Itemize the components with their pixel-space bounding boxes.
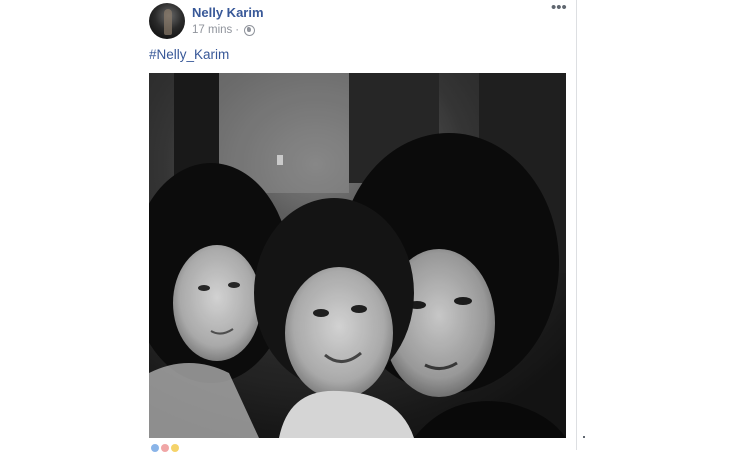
hashtag-link[interactable]: #Nelly_Karim (149, 47, 229, 62)
post-meta: 17 mins · (192, 24, 256, 36)
globe-icon[interactable] (244, 24, 256, 36)
timestamp[interactable]: 17 mins (192, 24, 232, 36)
scroll-indicator (583, 436, 585, 438)
more-options-button[interactable]: ••• (551, 0, 567, 15)
photo-illustration (149, 73, 566, 438)
meta-separator: · (235, 24, 240, 36)
haha-reaction-icon (171, 444, 179, 452)
author-name-link[interactable]: Nelly Karim (192, 5, 264, 20)
post-photo[interactable] (149, 73, 566, 438)
avatar-figure (164, 9, 172, 35)
like-reaction-icon (151, 444, 159, 452)
feed-post: Nelly Karim 17 mins · ••• #Nelly_Karim (137, 0, 576, 452)
avatar[interactable] (149, 3, 185, 39)
reaction-icons[interactable] (151, 444, 179, 452)
love-reaction-icon (161, 444, 169, 452)
feed-divider (576, 0, 577, 450)
